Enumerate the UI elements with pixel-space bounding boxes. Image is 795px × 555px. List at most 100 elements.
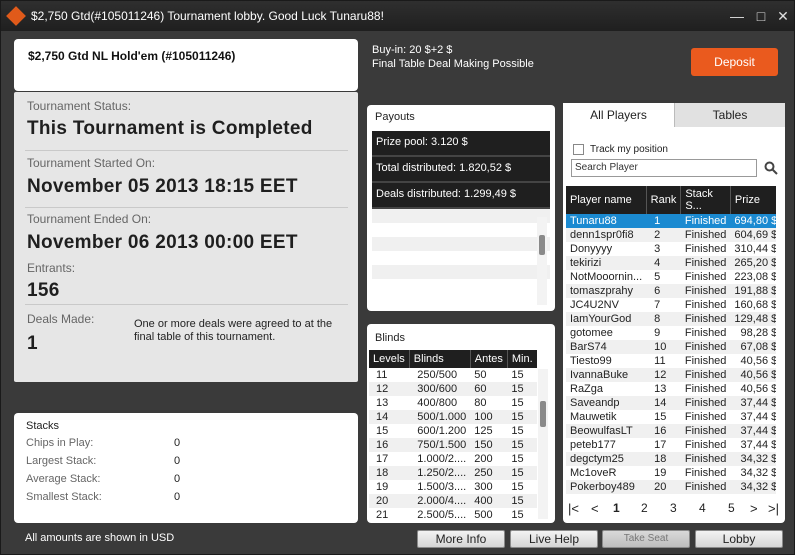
table-row[interactable]: NotMooornin... 5 Finished 223,08 $	[566, 270, 776, 284]
currency-note: All amounts are shown in USD	[25, 532, 175, 544]
table-row[interactable]: degctym25 18 Finished 34,32 $	[566, 452, 776, 466]
cell: IamYourGod	[566, 312, 647, 326]
table-row[interactable]: peteb177 17 Finished 37,44 $	[566, 438, 776, 452]
cell: denn1spr0fi8	[566, 228, 647, 242]
table-row[interactable]: Mauwetik 15 Finished 37,44 $	[566, 410, 776, 424]
cell: 50	[474, 369, 487, 381]
empty-row	[372, 209, 550, 223]
table-row[interactable]: denn1spr0fi8 2 Finished 604,69 $	[566, 228, 776, 242]
cell: 300/600	[409, 382, 471, 396]
cell: JC4U2NV	[570, 299, 619, 311]
col-player-name[interactable]: Player name	[566, 186, 647, 214]
search-player-input[interactable]: Search Player	[571, 159, 757, 177]
track-position-checkbox[interactable]	[573, 144, 584, 155]
cell: 400/800	[417, 397, 458, 409]
table-row[interactable]: IvannaBuke 12 Finished 40,56 $	[566, 368, 776, 382]
cell: Mc1oveR	[570, 467, 617, 479]
blinds-table-wrap: Levels Blinds Antes Min. 11 250/500 50 15 1…	[369, 350, 537, 522]
col-prize[interactable]: Prize	[730, 186, 776, 214]
live-help-button[interactable]: Live Help	[510, 530, 598, 548]
page-1[interactable]: 1	[613, 501, 620, 515]
table-row[interactable]: Saveandp 14 Finished 37,44 $	[566, 396, 776, 410]
page-2[interactable]: 2	[641, 501, 648, 515]
table-row[interactable]: tekirizi 4 Finished 265,20 $	[566, 256, 776, 270]
more-info-button[interactable]: More Info	[417, 530, 505, 548]
stack-value: 0	[174, 455, 181, 467]
scroll-thumb[interactable]	[540, 401, 546, 427]
cell: 7	[654, 299, 661, 311]
col-min[interactable]: Min.	[507, 350, 537, 368]
take-seat-button[interactable]: Take Seat	[602, 530, 690, 548]
tournament-name-panel: $2,750 Gtd NL Hold'em (#105011246)	[14, 39, 358, 91]
cell: Finished	[680, 424, 731, 438]
col-antes[interactable]: Antes	[470, 350, 508, 368]
table-row[interactable]: Tiesto99 11 Finished 40,56 $	[566, 354, 776, 368]
cell: 160,68 $	[734, 299, 776, 311]
cell: Finished	[680, 340, 731, 354]
cell: Finished	[684, 243, 727, 255]
cell: 12	[369, 382, 410, 396]
next-page-icon[interactable]: >	[750, 501, 758, 516]
page-5[interactable]: 5	[728, 501, 735, 515]
tab-all-players[interactable]: All Players	[563, 103, 674, 127]
cell: 100	[470, 410, 508, 424]
cell: tomaszprahy	[566, 284, 647, 298]
table-row[interactable]: Tunaru88 1 Finished 694,80 $	[566, 214, 776, 228]
cell: 2.500/5....	[417, 509, 467, 521]
cell: 12	[646, 368, 681, 382]
cell: 14	[646, 396, 681, 410]
prev-page-icon[interactable]: <	[591, 501, 599, 516]
table-row[interactable]: Mc1oveR 19 Finished 34,32 $	[566, 466, 776, 480]
cell: 19	[654, 467, 667, 479]
col-stack[interactable]: Stack S...	[680, 186, 731, 214]
table-row[interactable]: gotomee 9 Finished 98,28 $	[566, 326, 776, 340]
cell: 200	[474, 453, 493, 465]
cell: NotMooornin...	[570, 271, 643, 283]
col-rank[interactable]: Rank	[646, 186, 682, 214]
cell: Pokerboy489	[566, 480, 647, 494]
table-row[interactable]: tomaszprahy 6 Finished 191,88 $	[566, 284, 776, 298]
lobby-button[interactable]: Lobby	[695, 530, 783, 548]
cell: 60	[470, 382, 508, 396]
divider	[25, 207, 348, 208]
table-row[interactable]: JC4U2NV 7 Finished 160,68 $	[566, 298, 776, 312]
stack-label: Average Stack:	[26, 473, 101, 485]
cell: 17	[376, 453, 389, 465]
maximize-button[interactable]: □	[752, 7, 770, 25]
page-3[interactable]: 3	[670, 501, 677, 515]
cell: 125	[474, 425, 493, 437]
cell: 17	[654, 439, 667, 451]
cell: Finished	[680, 368, 731, 382]
close-button[interactable]: ✕	[774, 7, 792, 25]
table-row[interactable]: IamYourGod 8 Finished 129,48 $	[566, 312, 776, 326]
page-4[interactable]: 4	[699, 501, 706, 515]
blinds-scrollbar[interactable]	[538, 369, 548, 519]
cell: 600/1.200	[417, 425, 467, 437]
col-levels[interactable]: Levels	[369, 350, 410, 368]
deposit-button[interactable]: Deposit	[691, 48, 778, 76]
cell: Finished	[680, 256, 731, 270]
minimize-button[interactable]: —	[728, 7, 746, 25]
table-row[interactable]: Donyyyy 3 Finished 310,44 $	[566, 242, 776, 256]
cell: 80	[474, 397, 487, 409]
table-row[interactable]: Pokerboy489 20 Finished 34,32 $	[566, 480, 776, 494]
cell: 14	[369, 410, 410, 424]
table-row[interactable]: BeowulfasLT 16 Finished 37,44 $	[566, 424, 776, 438]
track-position-label: Track my position	[590, 144, 668, 155]
cell: 1	[646, 214, 681, 228]
col-blinds[interactable]: Blinds	[409, 350, 471, 368]
cell: 300	[474, 481, 493, 493]
payouts-scrollbar[interactable]	[537, 217, 547, 305]
last-page-icon[interactable]: >|	[768, 501, 779, 516]
scroll-thumb[interactable]	[539, 235, 545, 255]
table-row[interactable]: RaZga 13 Finished 40,56 $	[566, 382, 776, 396]
cell: 37,44 $	[730, 424, 776, 438]
first-page-icon[interactable]: |<	[568, 501, 579, 516]
tab-tables[interactable]: Tables	[674, 103, 785, 127]
blinds-table: Levels Blinds Antes Min. 11 250/500 50 15 1…	[369, 350, 537, 522]
cell: 34,32 $	[730, 452, 776, 466]
cell: 11	[376, 369, 388, 381]
search-icon[interactable]	[764, 161, 778, 175]
cell: Donyyyy	[570, 243, 613, 255]
table-row[interactable]: BarS74 10 Finished 67,08 $	[566, 340, 776, 354]
